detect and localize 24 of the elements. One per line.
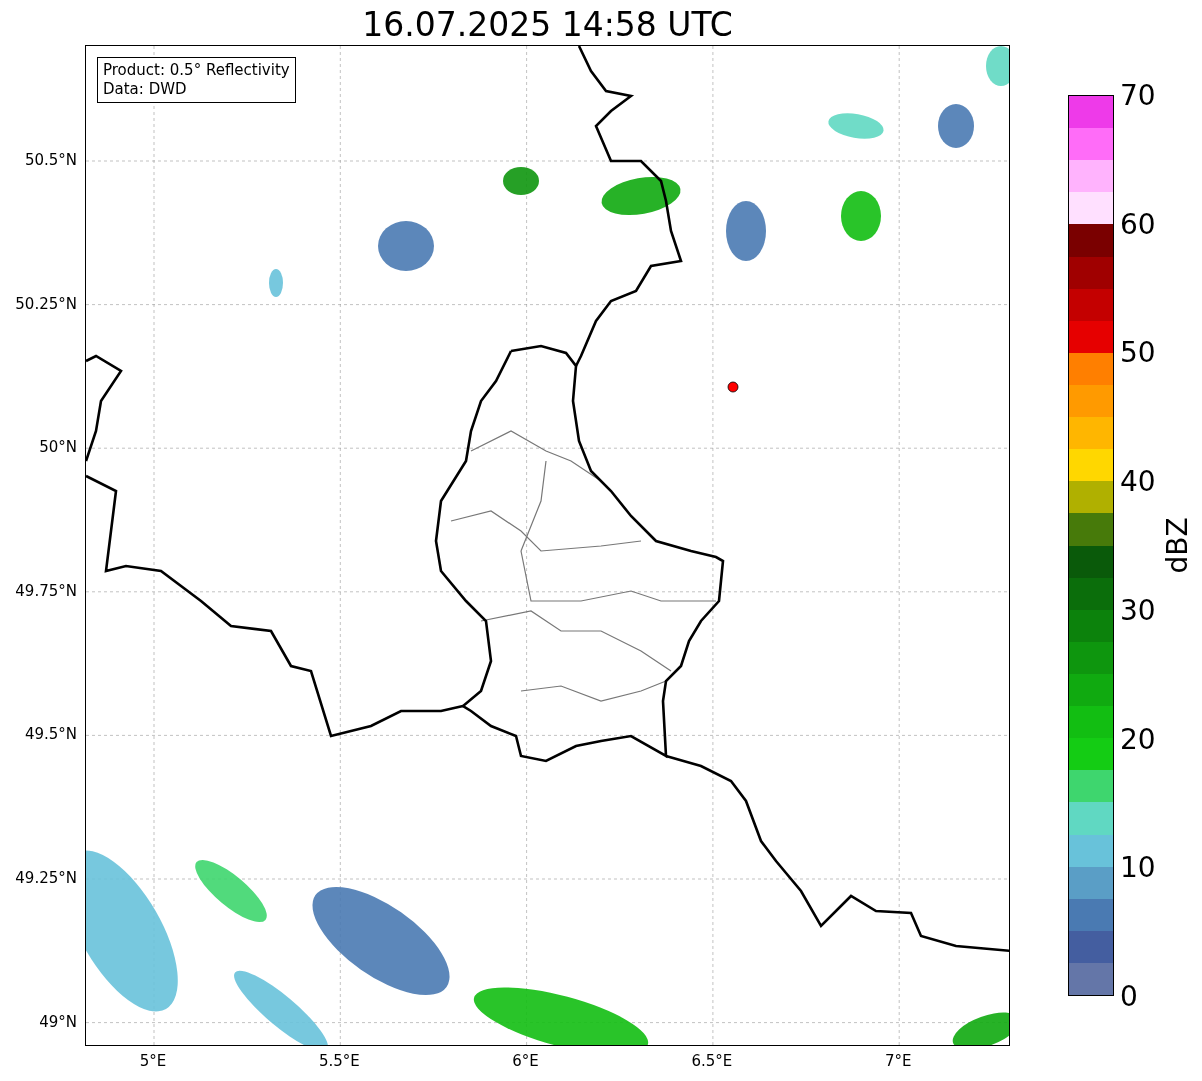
longitude-label: 7°E — [884, 1052, 912, 1070]
colorbar-tick-label: 10 — [1120, 850, 1156, 884]
colorbar-tick-label: 20 — [1120, 722, 1156, 756]
latitude-label: 50.5°N — [24, 151, 77, 169]
colorbar-tick-label: 70 — [1120, 78, 1156, 112]
colorbar-tick-label: 30 — [1120, 593, 1156, 627]
colorbar-tick-label: 50 — [1120, 335, 1156, 369]
info-text: Data: DWD — [103, 80, 188, 99]
longitude-label: 6.5°E — [691, 1052, 733, 1070]
longitude-label: 6°E — [512, 1052, 539, 1070]
colorbar-unit-label: dBZ — [1160, 517, 1194, 574]
latitude-label: 50°N — [39, 438, 77, 457]
latitude-label: 49°N — [39, 1012, 77, 1031]
chart-title: 16.07.2025 14:58 UTC — [361, 4, 734, 45]
colorbar-tick-label: 60 — [1120, 207, 1156, 241]
info-text: Product: 0.5° Reflectivity — [103, 61, 290, 80]
colorbar-tick-label: 40 — [1120, 464, 1156, 498]
latitude-label: 49.5°N — [24, 725, 77, 744]
longitude-label: 5°E — [139, 1052, 167, 1070]
latitude-label: 49.25°N — [15, 869, 77, 887]
latitude-label: 50.25°N — [15, 294, 77, 313]
colorbar-tick-label: 0 — [1120, 979, 1138, 1013]
latitude-label: 49.75°N — [15, 581, 77, 600]
longitude-label: 5.5°E — [318, 1052, 360, 1070]
